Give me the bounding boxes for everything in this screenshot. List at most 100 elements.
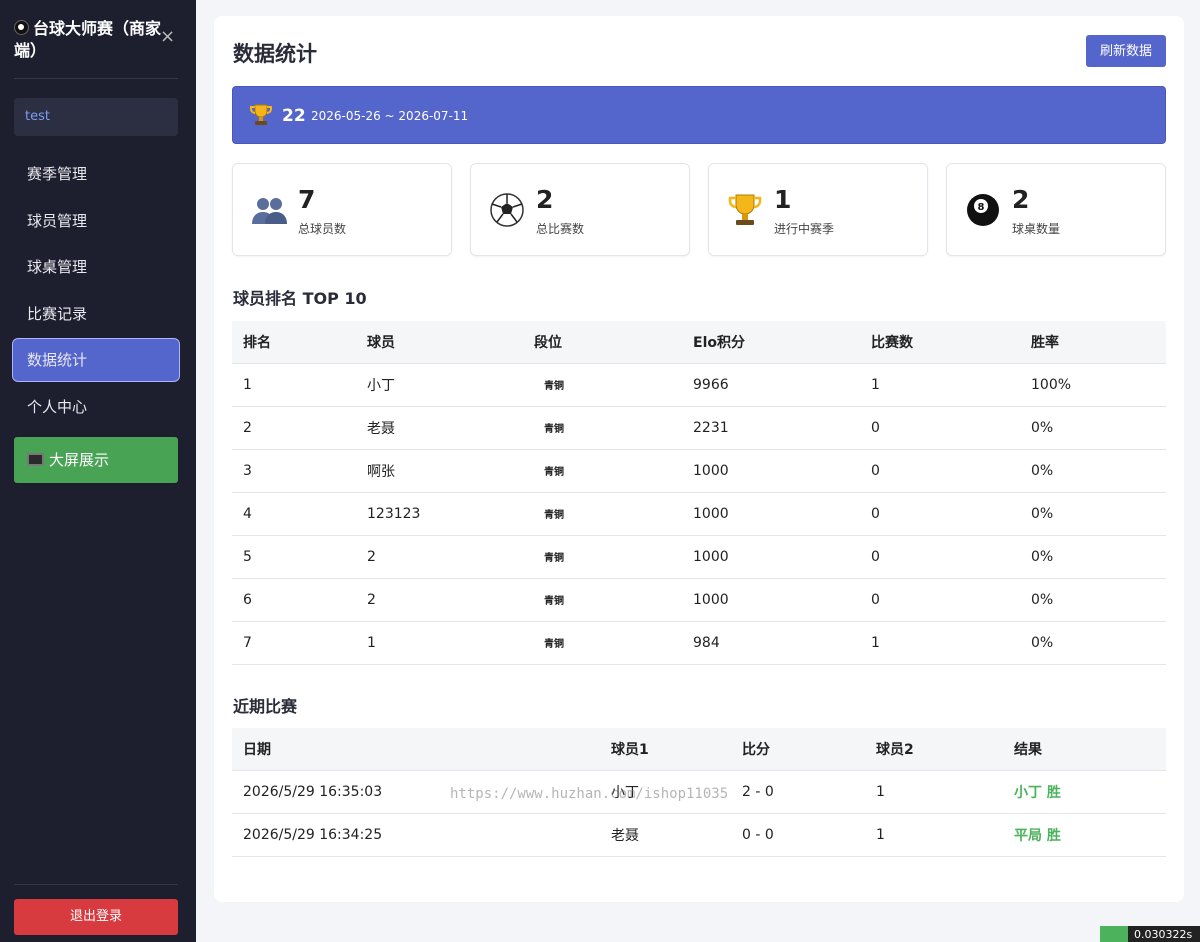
season-banner: 22 2026-05-26 ~ 2026-07-11 [232, 86, 1166, 144]
table-row: 3 啊张 青铜 1000 0 0% [232, 449, 1166, 493]
matches-cell: 1 [860, 621, 1020, 665]
tier-badge: 青铜 [544, 380, 564, 392]
elo-cell: 1000 [682, 492, 860, 536]
sidebar-item-personal-center[interactable]: 个人中心 [12, 385, 180, 429]
date-cell: 2026/5/29 16:35:03 [232, 770, 600, 814]
player-cell: 1 [356, 621, 523, 665]
app-title-text: 台球大师赛（商家端） [14, 19, 162, 60]
column-header: Elo积分 [682, 321, 860, 364]
column-header: 球员2 [865, 728, 1003, 771]
season-date-range: 2026-05-26 ~ 2026-07-11 [311, 109, 469, 123]
user-name-box: test [14, 98, 178, 136]
stat-value: 7 [298, 185, 316, 214]
sidebar-item-statistics[interactable]: 数据统计 [12, 338, 180, 382]
close-icon[interactable]: × [160, 28, 175, 46]
stat-value: 1 [774, 185, 792, 214]
sidebar: 台球大师赛（商家端） × test 赛季管理 球员管理 球桌管理 比赛记录 数据… [0, 0, 196, 942]
sidebar-item-table-management[interactable]: 球桌管理 [12, 245, 180, 289]
recent-matches-table: 日期 球员1 比分 球员2 结果 2026/5/29 16:35:03 小丁 2… [232, 728, 1166, 857]
sidebar-item-match-records[interactable]: 比赛记录 [12, 292, 180, 336]
matches-cell: 0 [860, 535, 1020, 579]
table-row: 5 2 青铜 1000 0 0% [232, 535, 1166, 579]
billiard-ball-icon [14, 20, 29, 35]
tier-cell: 青铜 [523, 621, 682, 665]
player-cell: 123123 [356, 492, 523, 536]
tier-badge: 青铜 [544, 466, 564, 478]
rank-cell: 5 [232, 535, 356, 579]
stat-label: 总球员数 [298, 222, 347, 236]
column-header: 日期 [232, 728, 600, 771]
column-header: 比分 [731, 728, 865, 771]
tier-badge: 青铜 [544, 638, 564, 650]
date-cell: 2026/5/29 16:34:25 [232, 813, 600, 857]
player2-cell: 1 [865, 813, 1003, 857]
tier-cell: 青铜 [523, 535, 682, 579]
sidebar-item-player-management[interactable]: 球员管理 [12, 199, 180, 243]
soccer-ball-icon [490, 193, 524, 227]
app-title: 台球大师赛（商家端） [14, 18, 164, 62]
column-header: 结果 [1003, 728, 1166, 771]
result-cell: 小丁 胜 [1003, 770, 1166, 814]
tier-badge: 青铜 [544, 552, 564, 564]
tier-cell: 青铜 [523, 363, 682, 407]
player-cell: 老聂 [356, 406, 523, 450]
winrate-cell: 0% [1020, 492, 1166, 536]
big-screen-label: 大屏展示 [49, 451, 110, 469]
tier-badge: 青铜 [544, 509, 564, 521]
stat-value: 2 [536, 185, 554, 214]
stat-card-table-count: 8 2 球桌数量 [946, 163, 1166, 256]
tier-badge: 青铜 [544, 423, 564, 435]
stat-label: 总比赛数 [536, 222, 585, 236]
column-header: 段位 [523, 321, 682, 364]
players-icon [252, 198, 287, 224]
logout-button[interactable]: 退出登录 [14, 899, 178, 935]
column-header: 比赛数 [860, 321, 1020, 364]
tv-icon [27, 453, 44, 466]
rank-cell: 3 [232, 449, 356, 493]
matches-cell: 0 [860, 406, 1020, 450]
winrate-cell: 0% [1020, 449, 1166, 493]
winrate-cell: 100% [1020, 363, 1166, 407]
player-cell: 啊张 [356, 449, 523, 493]
table-row: 2026/5/29 16:35:03 小丁 2 - 0 1 小丁 胜 [232, 770, 1166, 814]
table-header-row: 日期 球员1 比分 球员2 结果 [232, 728, 1166, 771]
matches-cell: 0 [860, 492, 1020, 536]
player-cell: 2 [356, 535, 523, 579]
player-cell: 小丁 [356, 363, 523, 407]
eight-ball-icon: 8 [967, 194, 999, 226]
tier-cell: 青铜 [523, 406, 682, 450]
timing-badge: 0.030322s [1100, 926, 1200, 942]
recent-matches-section-title: 近期比赛 [233, 697, 298, 716]
elo-cell: 984 [682, 621, 860, 665]
matches-cell: 1 [860, 363, 1020, 407]
tier-cell: 青铜 [523, 449, 682, 493]
page-title: 数据统计 [233, 42, 317, 66]
stat-label: 进行中赛季 [774, 222, 835, 236]
sidebar-divider [14, 78, 178, 79]
player1-cell: 老聂 [600, 813, 731, 857]
table-header-row: 排名 球员 段位 Elo积分 比赛数 胜率 [232, 321, 1166, 364]
tier-cell: 青铜 [523, 492, 682, 536]
player-cell: 2 [356, 578, 523, 622]
trophy-icon [250, 104, 272, 125]
column-header: 排名 [232, 321, 356, 364]
refresh-data-button[interactable]: 刷新数据 [1086, 35, 1166, 67]
table-row: 4 123123 青铜 1000 0 0% [232, 492, 1166, 536]
column-header: 胜率 [1020, 321, 1166, 364]
player1-cell: 小丁 [600, 770, 731, 814]
trophy-icon [728, 194, 762, 225]
result-cell: 平局 胜 [1003, 813, 1166, 857]
column-header: 球员 [356, 321, 523, 364]
table-row: 6 2 青铜 1000 0 0% [232, 578, 1166, 622]
winrate-cell: 0% [1020, 621, 1166, 665]
rank-cell: 7 [232, 621, 356, 665]
table-row: 1 小丁 青铜 9966 1 100% [232, 363, 1166, 407]
ranking-table: 排名 球员 段位 Elo积分 比赛数 胜率 1 小丁 青铜 9966 1 100… [232, 321, 1166, 665]
score-cell: 0 - 0 [731, 813, 865, 857]
tier-cell: 青铜 [523, 578, 682, 622]
score-cell: 2 - 0 [731, 770, 865, 814]
sidebar-item-season-management[interactable]: 赛季管理 [12, 152, 180, 196]
svg-text:8: 8 [978, 202, 985, 213]
elo-cell: 1000 [682, 449, 860, 493]
big-screen-button[interactable]: 大屏展示 [14, 437, 178, 483]
